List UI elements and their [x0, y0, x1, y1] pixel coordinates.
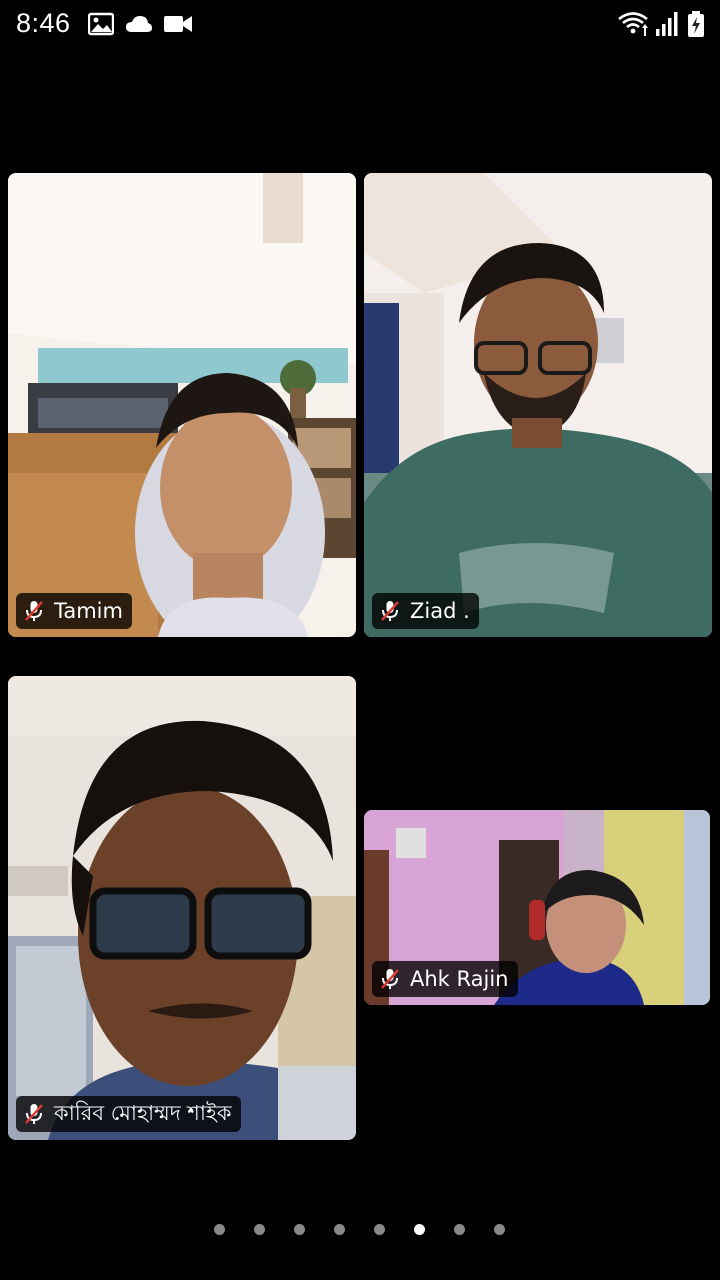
page-dot[interactable]	[294, 1224, 305, 1235]
mic-muted-icon	[381, 969, 399, 989]
status-time: 8:46	[16, 8, 71, 38]
mic-muted-icon	[381, 601, 399, 621]
page-dot[interactable]	[334, 1224, 345, 1235]
page-dot[interactable]	[454, 1224, 465, 1235]
page-dot[interactable]	[374, 1224, 385, 1235]
cellular-signal-icon	[656, 12, 678, 36]
video-camera-icon	[164, 16, 192, 32]
page-dot[interactable]	[214, 1224, 225, 1235]
page-dot[interactable]	[494, 1224, 505, 1235]
participant-video	[8, 173, 356, 637]
page-indicator	[0, 1222, 720, 1238]
participant-video	[8, 676, 356, 1140]
participant-video	[364, 173, 712, 637]
participant-name: Tamim	[54, 599, 123, 623]
participant-name: Ahk Rajin	[410, 967, 509, 991]
video-tile-tamim[interactable]: Tamim	[8, 173, 356, 637]
status-bar: 8:46	[0, 0, 720, 50]
page-dot-active[interactable]	[414, 1224, 425, 1235]
image-icon	[88, 12, 114, 36]
video-tile-ahk-rajin[interactable]: Ahk Rajin	[364, 810, 710, 1005]
mic-muted-icon	[25, 601, 43, 621]
page-dot[interactable]	[254, 1224, 265, 1235]
participant-name-badge: কারিব মোহাম্মদ শাইক	[16, 1096, 241, 1132]
participant-name-badge: Ziad .	[372, 593, 479, 629]
participant-name-badge: Tamim	[16, 593, 132, 629]
wifi-icon	[618, 12, 648, 36]
participant-name: কারিব মোহাম্মদ শাইক	[54, 1100, 232, 1125]
video-tile-karib[interactable]: কারিব মোহাম্মদ শাইক	[8, 676, 356, 1140]
mic-muted-icon	[25, 1104, 43, 1124]
cloud-icon	[126, 16, 152, 32]
participant-name: Ziad .	[410, 599, 470, 623]
participant-name-badge: Ahk Rajin	[372, 961, 518, 997]
video-tile-ziad[interactable]: Ziad .	[364, 173, 712, 637]
battery-charging-icon	[688, 11, 704, 37]
